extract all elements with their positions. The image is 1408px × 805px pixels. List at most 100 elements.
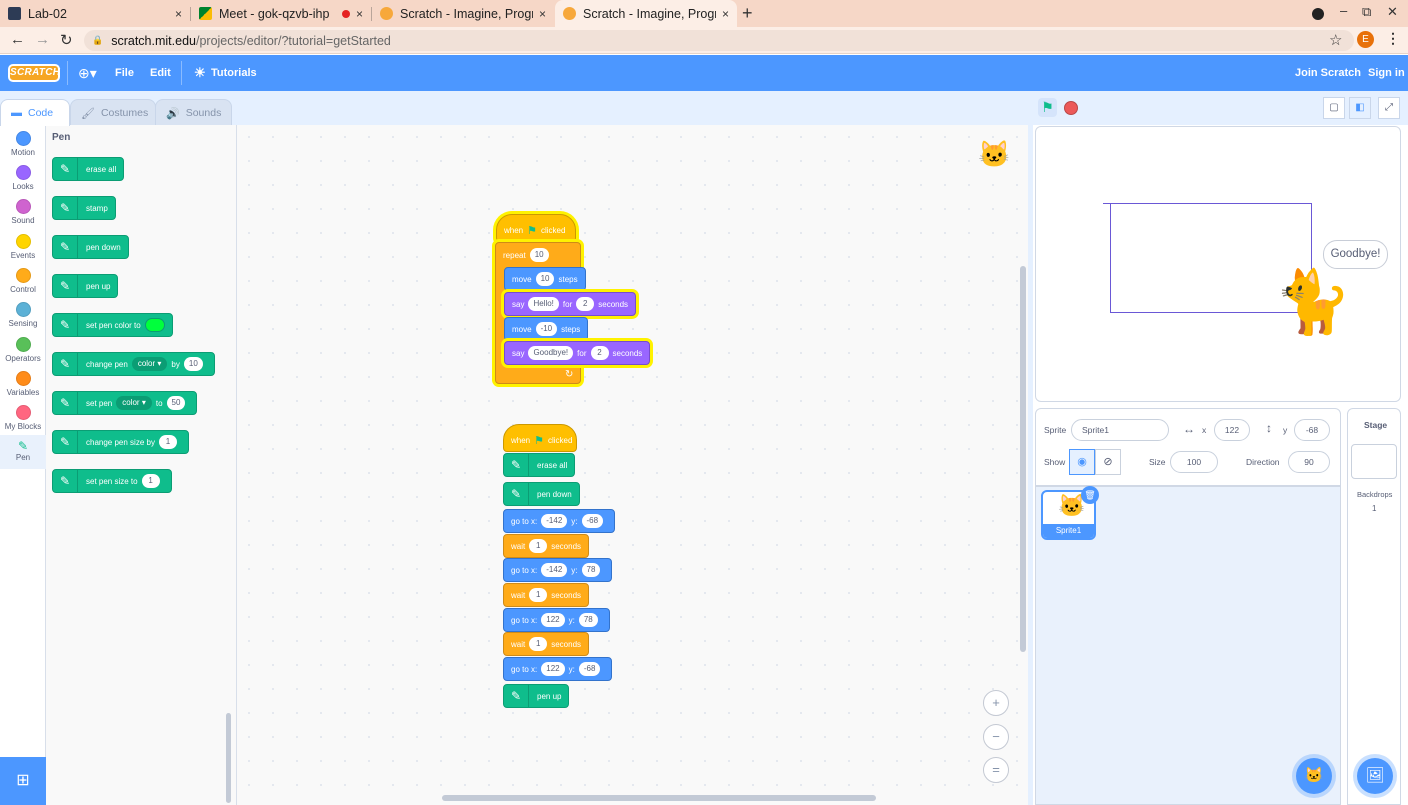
close-tab-icon[interactable]: × bbox=[175, 7, 182, 21]
number-input[interactable]: 1 bbox=[141, 474, 160, 488]
palette-scrollbar[interactable] bbox=[226, 713, 231, 803]
close-tab-icon[interactable]: × bbox=[539, 7, 546, 21]
minimize-icon[interactable]: ‒ bbox=[1340, 3, 1347, 18]
forward-icon[interactable]: → bbox=[35, 31, 50, 48]
go-to-xy-block[interactable]: go to x: -142 y: 78 bbox=[503, 558, 613, 582]
palette-block-change-pen-size[interactable]: ✎ change pen size by 1 bbox=[52, 430, 189, 454]
reload-icon[interactable]: ↻ bbox=[60, 31, 73, 49]
palette-block-pen-up[interactable]: ✎ pen up bbox=[52, 274, 119, 298]
green-flag-button[interactable]: ⚑ bbox=[1038, 98, 1057, 117]
move-steps-block[interactable]: move 10 steps bbox=[504, 267, 586, 291]
language-globe-icon[interactable]: ⊕▾ bbox=[78, 55, 97, 91]
new-tab-button[interactable]: + bbox=[742, 3, 753, 24]
go-to-xy-block[interactable]: go to x: 122 y: -68 bbox=[503, 657, 613, 681]
code-workspace[interactable] bbox=[237, 125, 1028, 805]
palette-block-set-pen-size[interactable]: ✎ set pen size to 1 bbox=[52, 469, 172, 493]
palette-block-change-pen[interactable]: ✎ change pen color ▾ by 10 bbox=[52, 352, 215, 376]
edit-menu[interactable]: Edit bbox=[150, 55, 171, 91]
category-motion[interactable]: Motion bbox=[0, 131, 46, 157]
direction-input[interactable]: 90 bbox=[1288, 451, 1330, 473]
category-sound[interactable]: Sound bbox=[0, 199, 46, 225]
wait-seconds-block[interactable]: wait 1 seconds bbox=[503, 583, 590, 607]
restore-icon[interactable]: ⧉ bbox=[1362, 4, 1371, 20]
file-menu[interactable]: File bbox=[115, 55, 134, 91]
bookmark-star-icon[interactable]: ☆ bbox=[1329, 31, 1342, 49]
move-steps-block[interactable]: move -10 steps bbox=[504, 317, 589, 341]
number-input[interactable]: 78 bbox=[578, 613, 598, 627]
category-looks[interactable]: Looks bbox=[0, 165, 46, 191]
fullscreen-button[interactable]: ⤢ bbox=[1378, 97, 1400, 119]
palette-block-set-pen-color[interactable]: ✎ set pen color to bbox=[52, 313, 173, 337]
when-flag-clicked-block[interactable]: when ⚑ clicked bbox=[503, 424, 577, 452]
number-input[interactable]: 1 bbox=[529, 588, 548, 602]
palette-block-set-pen[interactable]: ✎ set pen color ▾ to 50 bbox=[52, 391, 198, 415]
delete-sprite-button[interactable]: 🗑 bbox=[1081, 486, 1099, 504]
number-input[interactable]: 122 bbox=[541, 662, 565, 676]
number-input[interactable]: -142 bbox=[541, 514, 568, 528]
add-extension-button[interactable]: ⊞ bbox=[0, 757, 46, 805]
category-variables[interactable]: Variables bbox=[0, 371, 46, 397]
category-my-blocks[interactable]: My Blocks bbox=[0, 405, 46, 431]
workspace-horizontal-scrollbar[interactable] bbox=[442, 795, 876, 801]
browser-menu-icon[interactable]: ⋮ bbox=[1386, 30, 1400, 47]
category-operators[interactable]: Operators bbox=[0, 337, 46, 363]
category-sensing[interactable]: Sensing bbox=[0, 302, 46, 328]
backdrop-thumbnail[interactable] bbox=[1351, 444, 1397, 479]
sign-in-link[interactable]: Sign in bbox=[1368, 55, 1405, 91]
pen-up-block[interactable]: ✎ pen up bbox=[503, 684, 570, 708]
scratch-logo[interactable]: SCRATCH bbox=[8, 64, 60, 82]
stop-button[interactable] bbox=[1064, 101, 1078, 115]
when-flag-clicked-block[interactable]: when ⚑ clicked bbox=[496, 214, 576, 242]
say-for-seconds-block[interactable]: say Hello! for 2 seconds bbox=[504, 292, 637, 316]
wait-seconds-block[interactable]: wait 1 seconds bbox=[503, 534, 590, 558]
size-input[interactable]: 100 bbox=[1170, 451, 1218, 473]
number-input[interactable]: 78 bbox=[581, 563, 601, 577]
hide-sprite-button[interactable]: ⊘ bbox=[1095, 449, 1121, 475]
number-input[interactable]: 2 bbox=[576, 297, 595, 311]
close-tab-icon[interactable]: × bbox=[722, 7, 729, 21]
browser-tab-active[interactable]: Scratch - Imagine, Program, Share × bbox=[555, 0, 737, 27]
number-input[interactable]: 10 bbox=[535, 272, 555, 286]
wait-seconds-block[interactable]: wait 1 seconds bbox=[503, 632, 590, 656]
number-input[interactable]: -68 bbox=[581, 514, 604, 528]
tab-sounds[interactable]: 🔊 Sounds bbox=[155, 99, 232, 126]
number-input[interactable]: -10 bbox=[535, 322, 558, 336]
text-input[interactable]: Hello! bbox=[528, 297, 559, 311]
number-input[interactable]: 10 bbox=[183, 357, 203, 371]
param-dropdown[interactable]: color ▾ bbox=[116, 396, 152, 410]
close-window-icon[interactable]: ✕ bbox=[1387, 4, 1398, 20]
category-events[interactable]: Events bbox=[0, 234, 46, 260]
workspace-vertical-scrollbar[interactable] bbox=[1020, 266, 1026, 652]
number-input[interactable]: 1 bbox=[529, 637, 548, 651]
number-input[interactable]: 50 bbox=[166, 396, 186, 410]
cat-sprite-icon[interactable]: 🐈 bbox=[1274, 272, 1351, 334]
palette-block-erase-all[interactable]: ✎ erase all bbox=[52, 157, 125, 181]
number-input[interactable]: 1 bbox=[529, 539, 548, 553]
normal-stage-button[interactable]: ◧ bbox=[1349, 97, 1371, 119]
browser-tab[interactable]: Meet - gok-qzvb-ihp × bbox=[191, 0, 371, 27]
zoom-out-button[interactable]: − bbox=[983, 724, 1009, 750]
profile-avatar[interactable]: E bbox=[1357, 31, 1374, 48]
go-to-xy-block[interactable]: go to x: -142 y: -68 bbox=[503, 509, 616, 533]
x-position-input[interactable]: 122 bbox=[1214, 419, 1250, 441]
number-input[interactable]: 10 bbox=[529, 248, 549, 262]
number-input[interactable]: 122 bbox=[541, 613, 565, 627]
show-sprite-button[interactable]: ◉ bbox=[1069, 449, 1095, 475]
category-control[interactable]: Control bbox=[0, 268, 46, 294]
browser-tab[interactable]: Lab-02 × bbox=[0, 0, 190, 27]
close-tab-icon[interactable]: × bbox=[356, 7, 363, 21]
browser-tab[interactable]: Scratch - Imagine, Program, Share × bbox=[372, 0, 554, 27]
pen-down-block[interactable]: ✎ pen down bbox=[503, 482, 580, 506]
choose-backdrop-button[interactable]: 🖼 bbox=[1357, 758, 1393, 794]
param-dropdown[interactable]: color ▾ bbox=[131, 357, 168, 371]
url-field[interactable]: 🔒 scratch.mit.edu /projects/editor/?tuto… bbox=[84, 30, 1354, 51]
choose-sprite-button[interactable]: 🐱 bbox=[1296, 758, 1332, 794]
tutorials-menu[interactable]: Tutorials bbox=[211, 55, 257, 91]
tab-costumes[interactable]: 🖌 Costumes bbox=[70, 99, 156, 126]
category-pen[interactable]: ✎ Pen bbox=[0, 435, 46, 469]
back-icon[interactable]: ← bbox=[10, 31, 25, 48]
text-input[interactable]: Goodbye! bbox=[528, 346, 574, 360]
erase-all-block[interactable]: ✎ erase all bbox=[503, 453, 576, 477]
join-scratch-link[interactable]: Join Scratch bbox=[1295, 55, 1361, 91]
sprite-name-input[interactable]: Sprite1 bbox=[1071, 419, 1169, 441]
